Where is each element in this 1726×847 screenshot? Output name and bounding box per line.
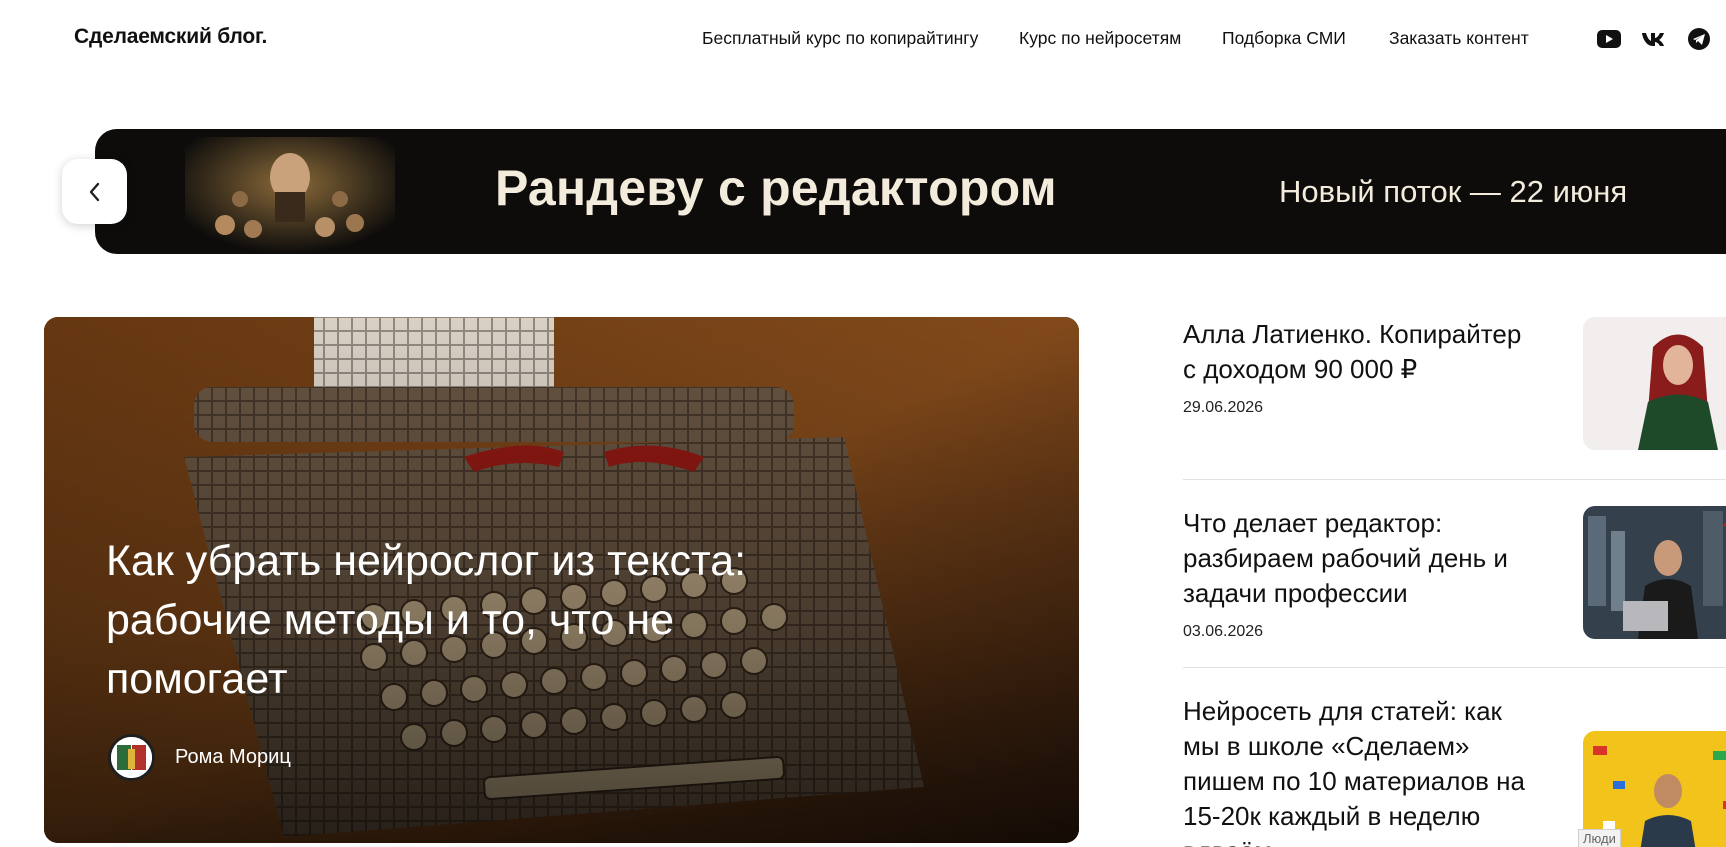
side-divider: [1183, 667, 1726, 668]
youtube-icon[interactable]: [1596, 27, 1622, 51]
side-divider: [1183, 479, 1726, 480]
site-header: Сделаемский блог. Бесплатный курс по коп…: [0, 0, 1726, 78]
featured-article-author[interactable]: Рома Мориц: [108, 733, 291, 781]
side-article[interactable]: Что делает редактор: разбираем рабочий д…: [1183, 506, 1726, 641]
banner-collage-image: [185, 137, 395, 254]
side-article-title[interactable]: Нейросеть для статей: как мы в школе «Сд…: [1183, 694, 1528, 847]
side-article-title[interactable]: Алла Латиенко. Копирайтер с доходом 90 0…: [1183, 317, 1528, 387]
site-logo[interactable]: Сделаемский блог.: [74, 25, 267, 49]
nav-order-content[interactable]: Заказать контент: [1389, 28, 1529, 49]
side-article[interactable]: Нейросеть для статей: как мы в школе «Сд…: [1183, 694, 1726, 847]
author-avatar: [108, 733, 155, 781]
banner-prev-button[interactable]: [62, 159, 127, 224]
banner-subtitle: Новый поток — 22 июня: [1279, 174, 1628, 209]
nav-media-selection[interactable]: Подборка СМИ: [1222, 28, 1346, 49]
telegram-icon[interactable]: [1686, 27, 1712, 51]
nav-neural-course[interactable]: Курс по нейросетям: [1019, 28, 1181, 49]
side-article-image: [1583, 317, 1726, 450]
featured-article-card[interactable]: Как убрать нейрослог из текста: рабочие …: [44, 317, 1079, 843]
author-name: Рома Мориц: [175, 745, 291, 768]
featured-article-title[interactable]: Как убрать нейрослог из текста: рабочие …: [106, 532, 826, 709]
side-article-image: [1583, 506, 1726, 639]
banner-title: Рандеву с редактором: [495, 160, 1057, 216]
ad-badge: Люди: [1578, 829, 1621, 847]
nav-free-copywriting-course[interactable]: Бесплатный курс по копирайтингу: [702, 28, 978, 49]
chevron-left-icon: [89, 182, 99, 201]
side-article[interactable]: Алла Латиенко. Копирайтер с доходом 90 0…: [1183, 317, 1726, 450]
vk-icon[interactable]: [1640, 27, 1666, 51]
side-article-title[interactable]: Что делает редактор: разбираем рабочий д…: [1183, 506, 1528, 611]
promo-banner[interactable]: Рандеву с редактором Новый поток — 22 ию…: [95, 129, 1726, 254]
